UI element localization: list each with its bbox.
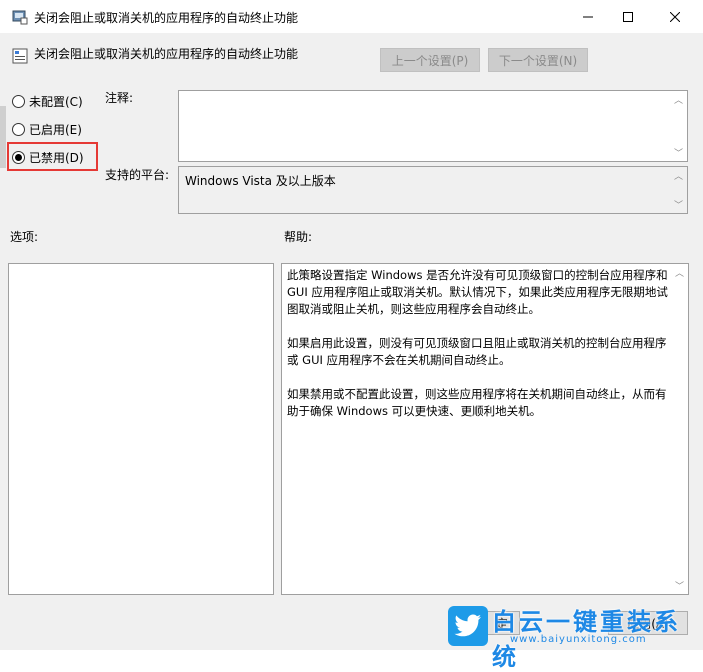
radio-enabled[interactable]: 已启用(E) [12, 121, 82, 138]
previous-setting-button[interactable]: 上一个设置(P) [380, 48, 480, 72]
radio-label: 已启用(E) [29, 123, 82, 137]
title-bar: 关闭会阻止或取消关机的应用程序的自动终止功能 [0, 0, 703, 34]
help-paragraph: 此策略设置指定 Windows 是否允许没有可见顶级窗口的控制台应用程序和 GU… [287, 268, 668, 316]
red-highlight-box [7, 142, 98, 171]
close-button[interactable] [652, 0, 698, 34]
radio-label: 未配置(C) [29, 95, 83, 109]
help-panel: 此策略设置指定 Windows 是否允许没有可见顶级窗口的控制台应用程序和 GU… [281, 263, 689, 595]
setting-title: 关闭会阻止或取消关机的应用程序的自动终止功能 [34, 47, 299, 61]
help-text: 此策略设置指定 Windows 是否允许没有可见顶级窗口的控制台应用程序和 GU… [287, 267, 672, 437]
comment-textarea[interactable]: ︿ ﹀ [178, 90, 688, 162]
watermark: 白云一键重装系统 www.baiyunxitong.com [448, 602, 698, 671]
watermark-url: www.baiyunxitong.com [510, 634, 647, 645]
platform-field: Windows Vista 及以上版本 ︿ ﹀ [178, 166, 688, 214]
options-panel [8, 263, 274, 595]
options-label: 选项: [10, 230, 39, 244]
policy-app-icon [12, 10, 28, 25]
platform-scrollbar[interactable]: ︿ ﹀ [670, 167, 687, 213]
help-paragraph: 如果禁用或不配置此设置，则这些应用程序将在关机期间自动终止，从而有助于确保 Wi… [287, 387, 667, 418]
scroll-down-icon[interactable]: ﹀ [674, 198, 683, 211]
close-icon [670, 12, 680, 22]
platform-label: 支持的平台: [105, 168, 170, 182]
scroll-up-icon[interactable]: ︿ [674, 93, 683, 106]
maximize-icon [623, 12, 633, 22]
help-scrollbar[interactable]: ︿ ﹀ [671, 264, 688, 594]
policy-setting-icon [12, 48, 28, 64]
comment-label: 注释: [105, 91, 134, 105]
scroll-up-icon[interactable]: ︿ [675, 266, 684, 279]
help-label: 帮助: [284, 230, 313, 244]
scroll-down-icon[interactable]: ﹀ [675, 579, 684, 592]
dialog-body: 关闭会阻止或取消关机的应用程序的自动终止功能 上一个设置(P) 下一个设置(N)… [0, 34, 703, 671]
next-setting-button[interactable]: 下一个设置(N) [488, 48, 588, 72]
scroll-down-icon[interactable]: ﹀ [674, 146, 683, 159]
twitter-bird-logo-icon [448, 606, 488, 646]
bird-icon [454, 614, 481, 637]
maximize-button[interactable] [605, 0, 651, 34]
comment-scrollbar[interactable]: ︿ ﹀ [670, 91, 687, 161]
help-paragraph: 如果启用此设置，则没有可见顶级窗口且阻止或取消关机的控制台应用程序或 GUI 应… [287, 336, 667, 367]
minimize-icon [583, 16, 593, 18]
scroll-up-icon[interactable]: ︿ [674, 169, 683, 182]
background-window-edge [0, 106, 6, 168]
platform-value: Windows Vista 及以上版本 [185, 174, 336, 188]
radio-circle[interactable] [12, 95, 25, 108]
window-title: 关闭会阻止或取消关机的应用程序的自动终止功能 [34, 11, 299, 25]
radio-circle[interactable] [12, 123, 25, 136]
radio-not-configured[interactable]: 未配置(C) [12, 93, 83, 110]
